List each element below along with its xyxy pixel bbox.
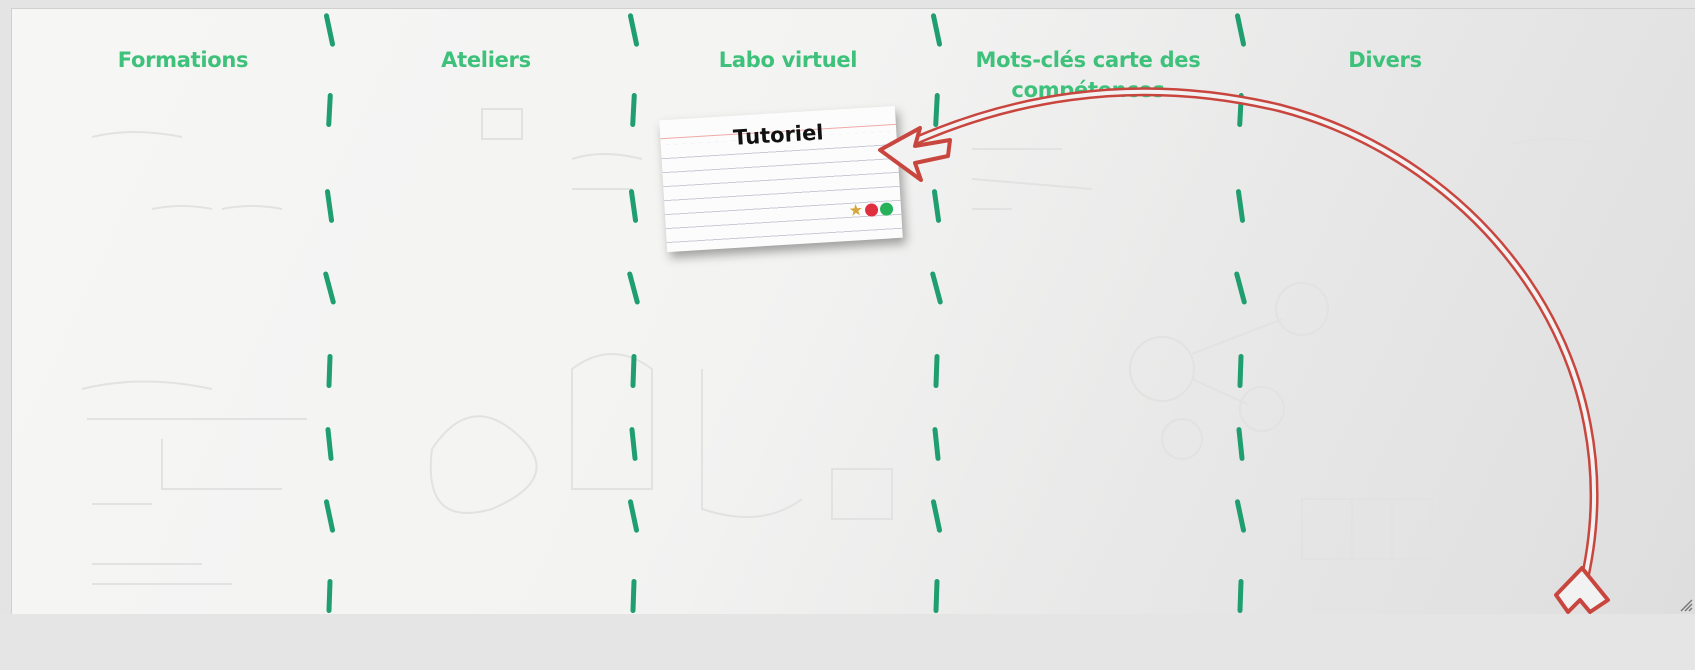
green-dot-icon <box>879 201 894 216</box>
column-title-ateliers: Ateliers <box>441 48 531 72</box>
column-title-divers: Divers <box>1348 48 1422 72</box>
column-divider-4 <box>1233 9 1258 614</box>
resize-handle-icon[interactable] <box>1679 598 1693 612</box>
tutorial-card[interactable]: Tutoriel ★ <box>659 105 903 253</box>
column-divider-3 <box>929 9 954 614</box>
whiteboard: Formations Ateliers Labo virtuel Mots-cl… <box>11 8 1695 615</box>
column-divider-1 <box>322 9 347 614</box>
column-title-formations: Formations <box>117 48 249 72</box>
card-icons: ★ <box>848 200 894 220</box>
column-title-mots-cles: Mots-clés carte des compétences <box>975 48 1201 102</box>
column-divider-2 <box>626 9 651 614</box>
star-icon: ★ <box>848 200 864 220</box>
background-sketch <box>81 108 1603 585</box>
card-title: Tutoriel <box>732 120 825 150</box>
red-dot-icon <box>864 202 879 217</box>
column-title-labo-virtuel: Labo virtuel <box>718 48 858 72</box>
bottom-bar <box>0 614 1695 670</box>
